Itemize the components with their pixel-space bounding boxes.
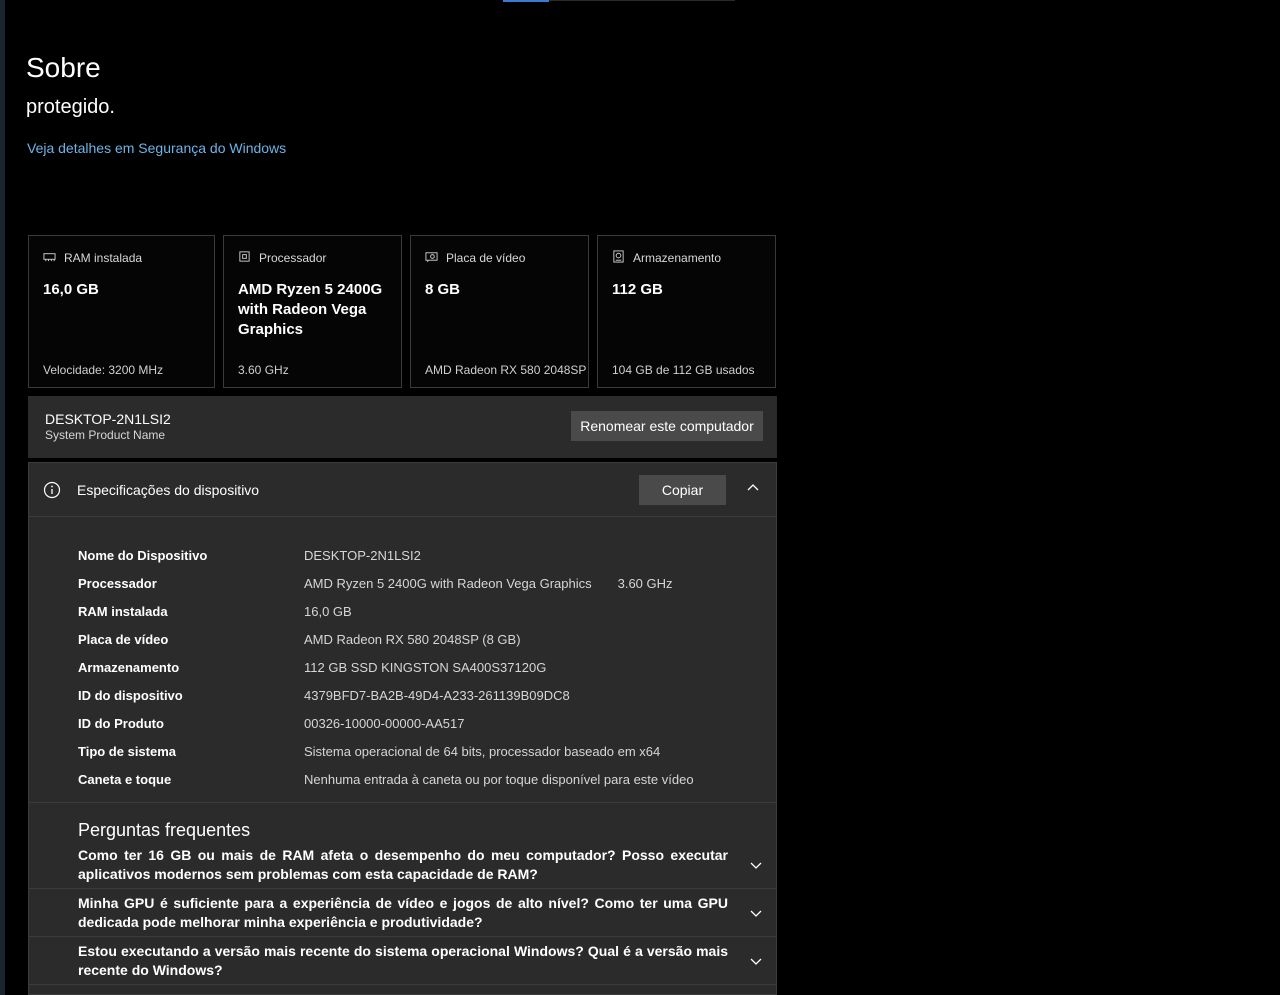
faq-title: Perguntas frequentes xyxy=(78,820,251,840)
card-subtext: AMD Radeon RX 580 2048SP xyxy=(425,363,587,377)
faq-question: Minha GPU é suficiente para a experiênci… xyxy=(78,895,728,930)
spec-row: RAM instalada 16,0 GB xyxy=(78,597,776,625)
card-subtext: 104 GB de 112 GB usados xyxy=(612,363,755,377)
spec-row: ID do Produto 00326-10000-00000-AA517 xyxy=(78,709,776,737)
card-value: AMD Ryzen 5 2400G with Radeon Vega Graph… xyxy=(238,281,383,338)
card-gpu: Placa de vídeo 8 GB AMD Radeon RX 580 20… xyxy=(410,235,589,388)
protection-status-text: protegido. xyxy=(26,96,115,118)
spec-label: Armazenamento xyxy=(78,659,180,675)
spec-value: Sistema operacional de 64 bits, processa… xyxy=(304,743,661,759)
spec-label: Caneta e toque xyxy=(78,771,172,787)
spec-label: RAM instalada xyxy=(78,603,168,619)
spec-value: AMD Radeon RX 580 2048SP (8 GB) xyxy=(304,631,521,647)
spec-row: Tipo de sistema Sistema operacional de 6… xyxy=(78,737,776,765)
storage-icon xyxy=(612,250,625,266)
spec-row: Caneta e toque Nenhuma entrada à caneta … xyxy=(78,765,776,793)
spec-value: Nenhuma entrada à caneta ou por toque di… xyxy=(304,771,694,787)
spec-row: Processador AMD Ryzen 5 2400G with Radeo… xyxy=(78,569,776,597)
spec-label: ID do dispositivo xyxy=(78,687,183,703)
spec-label: Nome do Dispositivo xyxy=(78,547,208,563)
card-label: Armazenamento xyxy=(633,251,722,265)
spec-value: 4379BFD7-BA2B-49D4-A233-261139B09DC8 xyxy=(304,687,570,703)
faq-question: Estou executando a versão mais recente d… xyxy=(78,943,728,978)
spec-table: Nome do Dispositivo DESKTOP-2N1LSI2 Proc… xyxy=(29,517,776,793)
ram-icon xyxy=(43,250,56,266)
faq-item[interactable]: Estou executando a versão mais recente d… xyxy=(29,937,776,985)
spec-value: 112 GB SSD KINGSTON SA400S37120G xyxy=(304,659,547,675)
card-label: Processador xyxy=(259,251,327,265)
faq-question: Como ter 16 GB ou mais de RAM afeta o de… xyxy=(78,847,728,882)
card-subtext: 3.60 GHz xyxy=(238,363,289,377)
windows-security-link[interactable]: Veja detalhes em Segurança do Windows xyxy=(27,140,286,156)
window-left-edge xyxy=(0,0,5,995)
spec-value: 00326-10000-00000-AA517 xyxy=(304,715,465,731)
gpu-icon xyxy=(425,250,438,266)
card-label: RAM instalada xyxy=(64,251,143,265)
chevron-down-icon[interactable] xyxy=(749,954,763,968)
card-subtext: Velocidade: 3200 MHz xyxy=(43,363,164,377)
spec-label: Placa de vídeo xyxy=(78,631,169,647)
page-title: Sobre xyxy=(26,52,101,83)
spec-label: Processador xyxy=(78,575,157,591)
card-value: 8 GB xyxy=(425,281,461,298)
spec-value: AMD Ryzen 5 2400G with Radeon Vega Graph… xyxy=(304,575,592,591)
card-value: 16,0 GB xyxy=(43,281,99,298)
chevron-up-icon[interactable] xyxy=(746,481,760,495)
faq-item[interactable]: Minha GPU é suficiente para a experiênci… xyxy=(29,889,776,937)
spec-row: Nome do Dispositivo DESKTOP-2N1LSI2 xyxy=(78,541,776,569)
specs-title: Especificações do dispositivo xyxy=(77,481,260,498)
card-ram: RAM instalada 16,0 GB Velocidade: 3200 M… xyxy=(28,235,215,388)
card-storage: Armazenamento 112 GB 104 GB de 112 GB us… xyxy=(597,235,776,388)
card-processor: Processador AMD Ryzen 5 2400G with Radeo… xyxy=(223,235,402,388)
spec-row: Placa de vídeo AMD Radeon RX 580 2048SP … xyxy=(78,625,776,653)
info-icon xyxy=(43,481,61,499)
device-name-bar: DESKTOP-2N1LSI2 System Product Name Reno… xyxy=(28,396,777,458)
spec-row: ID do dispositivo 4379BFD7-BA2B-49D4-A23… xyxy=(78,681,776,709)
spec-value: 16,0 GB xyxy=(304,603,352,619)
chevron-down-icon[interactable] xyxy=(749,906,763,920)
chevron-down-icon[interactable] xyxy=(749,858,763,872)
spec-extra-value: 3.60 GHz xyxy=(617,575,673,591)
card-label: Placa de vídeo xyxy=(446,251,526,265)
specs-header[interactable]: Especificações do dispositivo Copiar xyxy=(29,463,776,517)
faq-item[interactable]: Como ter 16 GB ou mais de RAM afeta o de… xyxy=(29,841,776,889)
card-value: 112 GB xyxy=(612,281,663,298)
spec-value: DESKTOP-2N1LSI2 xyxy=(304,547,421,563)
rename-pc-button[interactable]: Renomear este computador xyxy=(571,411,763,441)
processor-icon xyxy=(238,250,251,266)
copy-button[interactable]: Copiar xyxy=(639,475,726,505)
device-specifications-panel: Especificações do dispositivo Copiar Nom… xyxy=(28,462,777,995)
faq-section: Perguntas frequentes Como ter 16 GB ou m… xyxy=(29,802,776,985)
spec-cards: RAM instalada 16,0 GB Velocidade: 3200 M… xyxy=(28,235,776,388)
top-scroll-indicator xyxy=(503,0,735,2)
spec-label: ID do Produto xyxy=(78,715,164,731)
spec-row: Armazenamento 112 GB SSD KINGSTON SA400S… xyxy=(78,653,776,681)
spec-label: Tipo de sistema xyxy=(78,743,177,759)
